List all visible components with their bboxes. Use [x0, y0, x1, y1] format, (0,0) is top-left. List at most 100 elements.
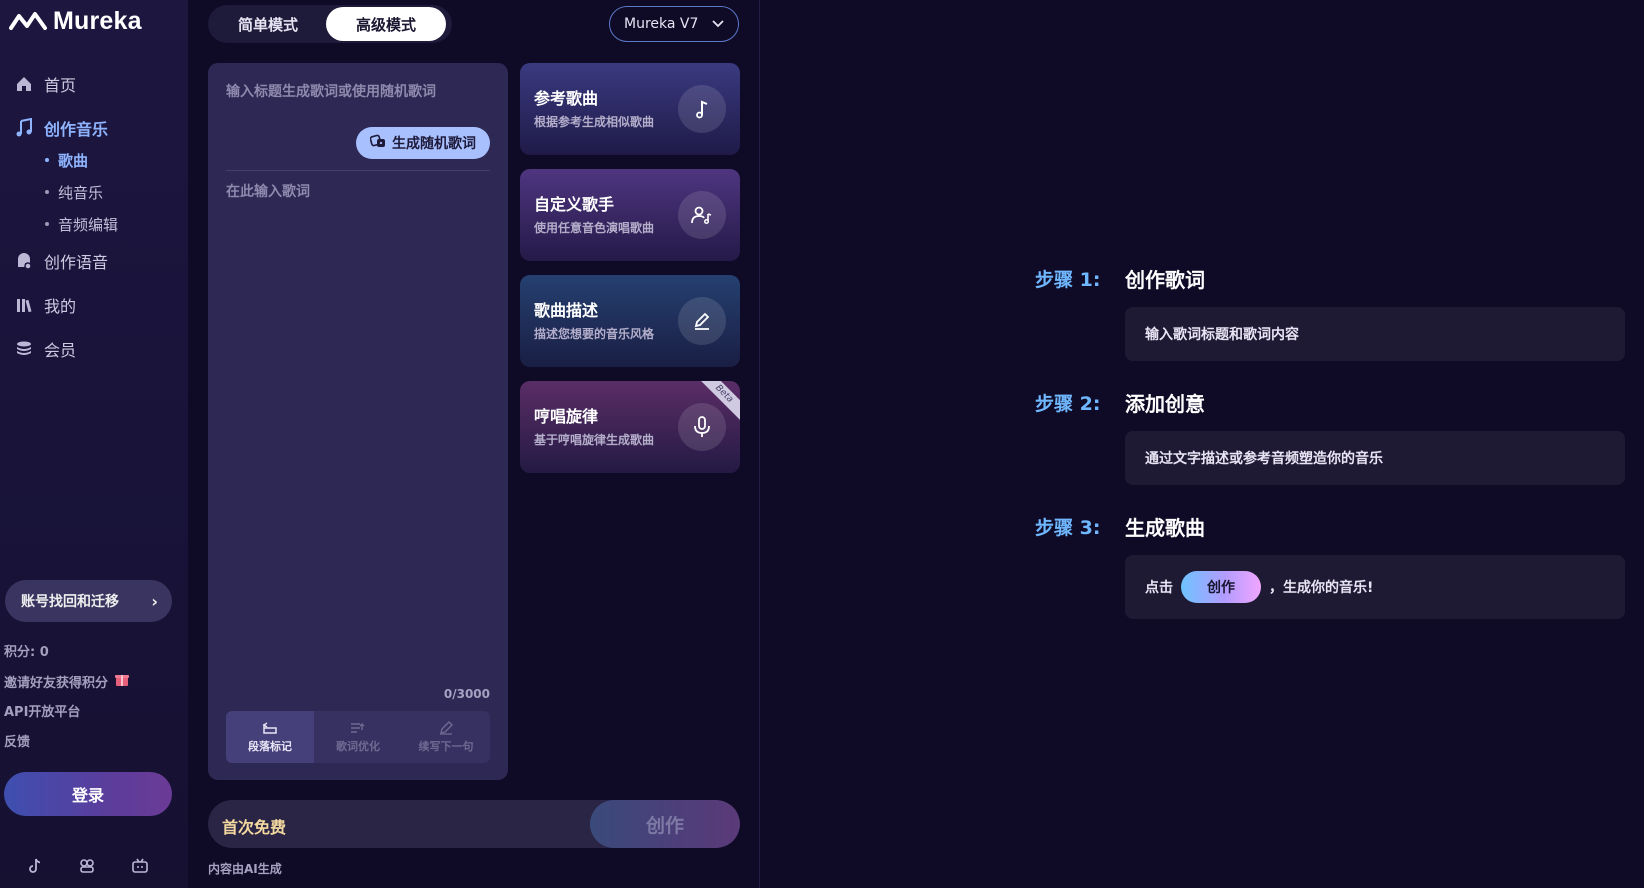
- step-2-box: 通过文字描述或参考音频塑造你的音乐: [1125, 431, 1625, 485]
- sub-item-song[interactable]: 歌曲: [45, 148, 88, 172]
- api-platform-link[interactable]: API开放平台: [4, 701, 80, 720]
- lyrics-panel: 输入标题生成歌词或使用随机歌词 生成随机歌词 在此输入歌词 0/3000 段落标…: [208, 63, 508, 780]
- tiktok-icon[interactable]: [25, 856, 45, 876]
- model-select-value: Mureka V7: [624, 16, 699, 32]
- card-reference-song[interactable]: 参考歌曲 根据参考生成相似歌曲: [520, 63, 740, 155]
- sidebar: Mureka 首页 创作音乐 歌曲 纯音乐 音频编辑 创作语音 我的 会员 账号…: [0, 0, 188, 888]
- free-notice: 首次免费: [222, 818, 287, 837]
- card-custom-singer[interactable]: 自定义歌手 使用任意音色演唱歌曲: [520, 169, 740, 261]
- mode-simple-button[interactable]: 简单模式: [210, 7, 326, 41]
- sub-item-audio-edit[interactable]: 音频编辑: [45, 212, 118, 236]
- tool-label: 段落标记: [248, 739, 292, 753]
- card-subtitle: 使用任意音色演唱歌曲: [534, 221, 655, 235]
- card-subtitle: 根据参考生成相似歌曲: [534, 115, 655, 129]
- pen-icon: [678, 297, 726, 345]
- step-3-box: 点击 创作 ，生成你的音乐!: [1125, 555, 1625, 619]
- bullet: [45, 222, 49, 226]
- list-edit-icon: [350, 721, 366, 735]
- create-bar: 首次免费 创作: [208, 800, 740, 848]
- tool-label: 歌词优化: [336, 739, 380, 753]
- library-icon: [14, 295, 34, 315]
- login-button[interactable]: 登录: [4, 772, 172, 816]
- nav-home[interactable]: 首页: [14, 70, 76, 98]
- step-2-title: 添加创意: [1125, 392, 1205, 416]
- section-marker-button[interactable]: 段落标记: [226, 711, 314, 763]
- discord-icon[interactable]: [77, 856, 97, 876]
- lyrics-optimize-button[interactable]: 歌词优化: [314, 711, 402, 763]
- account-recovery-button[interactable]: 账号找回和迁移 ›: [5, 580, 172, 622]
- app-name: Mureka: [53, 6, 142, 35]
- singer-icon: [678, 191, 726, 239]
- random-lyrics-label: 生成随机歌词: [392, 136, 476, 152]
- step-1-text: 输入歌词标题和歌词内容: [1145, 327, 1299, 343]
- nav-create-voice[interactable]: 创作语音: [14, 247, 108, 275]
- step-3-pre: 点击: [1145, 580, 1173, 596]
- dice-icon: [369, 133, 386, 153]
- divider: [226, 170, 490, 171]
- sub-item-label: 纯音乐: [58, 183, 104, 202]
- nav-create-music-label: 创作音乐: [44, 120, 109, 139]
- home-icon: [14, 74, 34, 94]
- music-note-icon: [678, 85, 726, 133]
- step-2-text: 通过文字描述或参考音频塑造你的音乐: [1145, 451, 1383, 467]
- step-3-create-pill: 创作: [1181, 571, 1261, 603]
- card-title: 参考歌曲: [534, 89, 599, 108]
- nav-membership[interactable]: 会员: [14, 335, 76, 363]
- random-lyrics-button[interactable]: 生成随机歌词: [356, 127, 490, 159]
- enter-icon: [262, 721, 278, 735]
- card-title: 自定义歌手: [534, 195, 615, 214]
- logo[interactable]: Mureka: [9, 6, 142, 36]
- step-3-label: 步骤 3:: [1035, 517, 1101, 539]
- card-title: 哼唱旋律: [534, 407, 599, 426]
- lyrics-tools: 段落标记 歌词优化 续写下一句: [226, 711, 490, 763]
- account-recovery-label: 账号找回和迁移: [21, 594, 119, 610]
- nav-membership-label: 会员: [44, 341, 77, 360]
- step-1-box: 输入歌词标题和歌词内容: [1125, 307, 1625, 361]
- nav-mine-label: 我的: [44, 297, 77, 316]
- microphone-icon: [678, 403, 726, 451]
- coins-icon: [14, 339, 34, 359]
- chevron-down-icon: [712, 16, 724, 32]
- nav-mine[interactable]: 我的: [14, 291, 76, 319]
- points-display: 积分: 0: [4, 645, 49, 660]
- mureka-logo-icon: [9, 12, 47, 30]
- invite-link[interactable]: 邀请好友获得积分: [4, 671, 130, 691]
- gift-icon: [114, 671, 130, 691]
- bullet: [45, 158, 49, 162]
- card-subtitle: 基于哼唱旋律生成歌曲: [534, 433, 655, 447]
- sub-item-label: 歌曲: [58, 151, 89, 170]
- invite-label: 邀请好友获得积分: [4, 675, 109, 691]
- tool-label: 续写下一句: [418, 739, 474, 753]
- feedback-link[interactable]: 反馈: [4, 731, 30, 750]
- mode-toggle: 简单模式 高级模式: [208, 5, 452, 43]
- continue-line-button[interactable]: 续写下一句: [402, 711, 490, 763]
- lyrics-textarea[interactable]: 在此输入歌词: [226, 181, 310, 201]
- lyrics-char-count: 0/3000: [443, 687, 490, 701]
- card-title: 歌曲描述: [534, 301, 599, 320]
- pencil-icon: [438, 720, 454, 735]
- nav-create-music[interactable]: 创作音乐: [14, 114, 108, 142]
- model-select[interactable]: Mureka V7: [609, 6, 739, 42]
- chevron-right-icon: ›: [151, 591, 158, 611]
- nav-home-label: 首页: [44, 76, 77, 95]
- nav-create-voice-label: 创作语音: [44, 253, 109, 272]
- sub-item-instrumental[interactable]: 纯音乐: [45, 180, 103, 204]
- card-hum-melody[interactable]: 哼唱旋律 基于哼唱旋律生成歌曲 Beta: [520, 381, 740, 473]
- voice-icon: [14, 251, 34, 271]
- step-1-label: 步骤 1:: [1035, 269, 1101, 291]
- bullet: [45, 190, 49, 194]
- ai-generated-note: 内容由AI生成: [208, 862, 282, 876]
- step-1-title: 创作歌词: [1125, 268, 1205, 292]
- step-2-label: 步骤 2:: [1035, 393, 1101, 415]
- music-note-icon: [14, 118, 34, 138]
- card-subtitle: 描述您想要的音乐风格: [534, 327, 655, 341]
- bilibili-icon[interactable]: [130, 856, 150, 876]
- panel-divider: [759, 0, 760, 888]
- step-3-title: 生成歌曲: [1125, 516, 1205, 540]
- sub-item-label: 音频编辑: [58, 215, 119, 234]
- step-3-post: ，生成你的音乐!: [1269, 580, 1374, 596]
- create-button[interactable]: 创作: [590, 800, 740, 848]
- mode-advanced-button[interactable]: 高级模式: [326, 7, 446, 41]
- lyrics-title-input[interactable]: 输入标题生成歌词或使用随机歌词: [226, 81, 436, 101]
- card-song-description[interactable]: 歌曲描述 描述您想要的音乐风格: [520, 275, 740, 367]
